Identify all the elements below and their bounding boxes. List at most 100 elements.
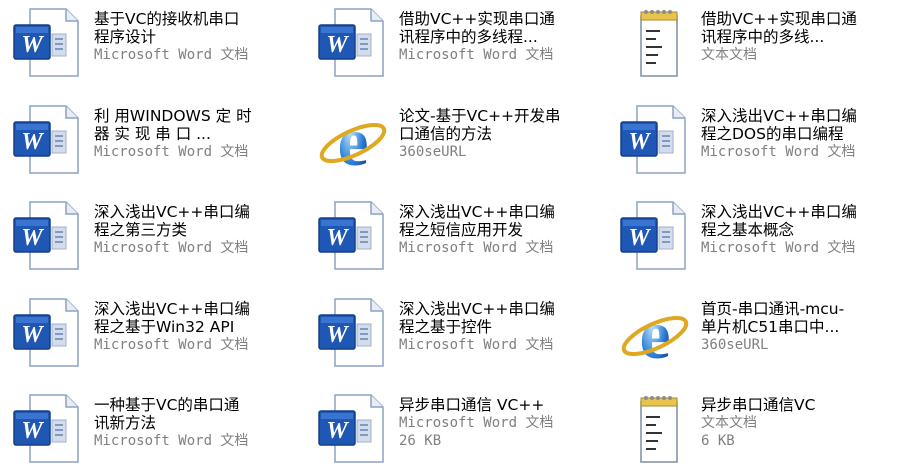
file-type: Microsoft Word 文档 (701, 144, 856, 160)
file-item[interactable]: e 首页-串口通讯-mcu- 单片机C51串口中... 360seURL (607, 290, 905, 374)
file-type: Microsoft Word 文档 (94, 337, 249, 353)
file-name-line1: 利 用WINDOWS 定 时 (94, 107, 252, 125)
file-name-line2: 讯新方法 (94, 414, 157, 432)
file-item[interactable]: W 基于VC的接收机串口 程序设计 Microsoft Word 文档 (0, 0, 300, 84)
file-labels: 深入浅出VC++串口编 程之第三方类 Microsoft Word 文档 (94, 203, 294, 257)
file-item[interactable]: W 异步串口通信 VC++ Microsoft Word 文档 26 KB (305, 386, 605, 470)
file-type: Microsoft Word 文档 (94, 240, 249, 256)
file-labels: 异步串口通信 VC++ Microsoft Word 文档 26 KB (399, 396, 599, 450)
svg-text:W: W (21, 418, 44, 444)
file-name-line2: 程之基于控件 (399, 318, 493, 336)
file-item[interactable]: W 利 用WINDOWS 定 时器 实 现 串 口 ... Microsoft Wo… (0, 97, 300, 181)
file-item[interactable]: 借助VC++实现串口通 讯程序中的多线... 文本文档 (607, 0, 905, 84)
file-item[interactable]: 异步串口通信VC 文本文档 6 KB (607, 386, 905, 470)
file-type: Microsoft Word 文档 (399, 47, 554, 63)
file-name-line2: 单片机C51串口中... (701, 318, 840, 336)
word-document-icon: W (615, 103, 695, 177)
file-type: 360seURL (701, 337, 769, 353)
file-name-line2: 口通信的方法 (399, 125, 493, 143)
file-name-line2: 讯程序中的多线程... (399, 28, 538, 46)
file-list-view: W 基于VC的接收机串口 程序设计 Microsoft Word 文档 W 借助VC++实… (0, 0, 905, 468)
file-name-line2: 程序设计 (94, 28, 157, 46)
file-name-line1: 异步串口通信VC (701, 396, 816, 414)
file-item[interactable]: e 论文-基于VC++开发串 口通信的方法 360seURL (305, 97, 605, 181)
file-item[interactable]: W 深入浅出VC++串口编 程之基于Win32 API Microsoft Word … (0, 290, 300, 374)
file-labels: 异步串口通信VC 文本文档 6 KB (701, 396, 901, 450)
internet-shortcut-icon: e (615, 296, 695, 374)
svg-text:W: W (21, 129, 44, 155)
file-name-line1: 深入浅出VC++串口编 (399, 300, 555, 318)
svg-text:W: W (326, 322, 349, 348)
word-document-icon: W (8, 6, 88, 80)
file-name-line2: 程之短信应用开发 (399, 221, 524, 239)
file-item[interactable]: W 一种基于VC的串口通 讯新方法 Microsoft Word 文档 (0, 386, 300, 470)
file-item[interactable]: W 借助VC++实现串口通 讯程序中的多线程... Microsoft Word 文档 (305, 0, 605, 84)
file-name-line2: 程之基于Win32 API (94, 318, 235, 336)
file-name-line1: 借助VC++实现串口通 (399, 10, 555, 28)
word-document-icon: W (313, 392, 393, 466)
file-item[interactable]: W 深入浅出VC++串口编 程之基于控件 Microsoft Word 文档 (305, 290, 605, 374)
file-labels: 深入浅出VC++串口编 程之基于Win32 API Microsoft Word 文… (94, 300, 294, 354)
file-name-line1: 一种基于VC的串口通 (94, 396, 240, 414)
file-name-line1: 深入浅出VC++串口编 (701, 107, 857, 125)
file-name-line1: 基于VC的接收机串口 (94, 10, 240, 28)
file-labels: 论文-基于VC++开发串 口通信的方法 360seURL (399, 107, 599, 161)
file-type: Microsoft Word 文档 (399, 337, 554, 353)
file-name-line1: 论文-基于VC++开发串 (399, 107, 561, 125)
file-item[interactable]: W 深入浅出VC++串口编 程之DOS的串口编程 Microsoft Word 文档 (607, 97, 905, 181)
file-name-line2: 讯程序中的多线... (701, 28, 825, 46)
file-labels: 借助VC++实现串口通 讯程序中的多线程... Microsoft Word 文档 (399, 10, 599, 64)
file-labels: 首页-串口通讯-mcu- 单片机C51串口中... 360seURL (701, 300, 901, 354)
svg-text:W: W (326, 225, 349, 251)
file-item[interactable]: W 深入浅出VC++串口编 程之短信应用开发 Microsoft Word 文档 (305, 193, 605, 277)
svg-text:W: W (326, 418, 349, 444)
word-document-icon: W (8, 296, 88, 370)
svg-text:e: e (337, 104, 368, 177)
file-type: Microsoft Word 文档 (399, 240, 554, 256)
file-type: Microsoft Word 文档 (701, 240, 856, 256)
internet-shortcut-icon: e (313, 103, 393, 181)
file-name-line1: 异步串口通信 VC++ (399, 396, 545, 414)
file-type: Microsoft Word 文档 (94, 47, 249, 63)
file-name-line1: 深入浅出VC++串口编 (94, 300, 250, 318)
svg-text:W: W (21, 322, 44, 348)
file-type: 文本文档 (701, 47, 757, 63)
file-labels: 基于VC的接收机串口 程序设计 Microsoft Word 文档 (94, 10, 294, 64)
file-item[interactable]: W 深入浅出VC++串口编 程之基本概念 Microsoft Word 文档 (607, 193, 905, 277)
file-name-line2: 程之DOS的串口编程 (701, 125, 844, 143)
file-name-line1: 借助VC++实现串口通 (701, 10, 857, 28)
file-type: Microsoft Word 文档 (399, 415, 554, 431)
text-document-icon (615, 6, 695, 80)
file-name-line2: 程之基本概念 (701, 221, 795, 239)
file-name-line2: 程之第三方类 (94, 221, 188, 239)
file-size: 6 KB (701, 433, 735, 449)
file-name-line1: 深入浅出VC++串口编 (701, 203, 857, 221)
file-labels: 深入浅出VC++串口编 程之DOS的串口编程 Microsoft Word 文档 (701, 107, 901, 161)
svg-text:W: W (326, 32, 349, 58)
word-document-icon: W (615, 199, 695, 273)
word-document-icon: W (8, 199, 88, 273)
file-type: 360seURL (399, 144, 467, 160)
file-name-line1: 首页-串口通讯-mcu- (701, 300, 845, 318)
file-name-line2: 器 实 现 串 口 ... (94, 125, 211, 143)
svg-text:W: W (21, 225, 44, 251)
file-type: Microsoft Word 文档 (94, 144, 249, 160)
file-name-line1: 深入浅出VC++串口编 (399, 203, 555, 221)
file-type: 文本文档 (701, 415, 757, 431)
svg-text:W: W (21, 32, 44, 58)
file-labels: 深入浅出VC++串口编 程之基本概念 Microsoft Word 文档 (701, 203, 901, 257)
word-document-icon: W (313, 6, 393, 80)
word-document-icon: W (313, 296, 393, 370)
svg-text:W: W (628, 225, 651, 251)
file-labels: 借助VC++实现串口通 讯程序中的多线... 文本文档 (701, 10, 901, 64)
file-type: Microsoft Word 文档 (94, 433, 249, 449)
svg-text:e: e (639, 297, 670, 370)
file-labels: 一种基于VC的串口通 讯新方法 Microsoft Word 文档 (94, 396, 294, 450)
word-document-icon: W (8, 103, 88, 177)
file-item[interactable]: W 深入浅出VC++串口编 程之第三方类 Microsoft Word 文档 (0, 193, 300, 277)
word-document-icon: W (313, 199, 393, 273)
file-size: 26 KB (399, 433, 442, 449)
file-labels: 深入浅出VC++串口编 程之短信应用开发 Microsoft Word 文档 (399, 203, 599, 257)
file-name-line1: 深入浅出VC++串口编 (94, 203, 250, 221)
word-document-icon: W (8, 392, 88, 466)
